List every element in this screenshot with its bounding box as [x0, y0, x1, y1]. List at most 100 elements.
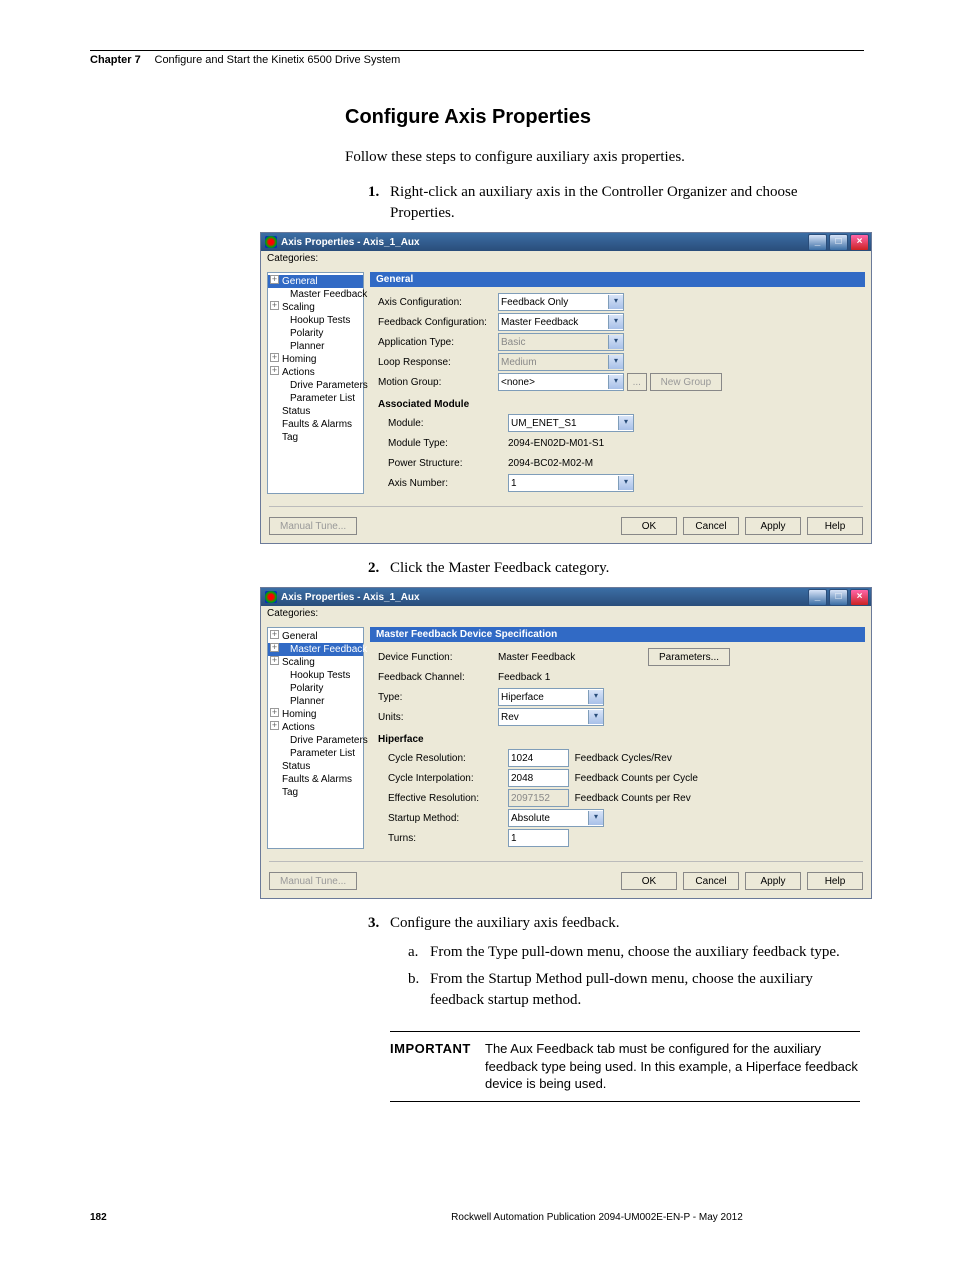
tree-item-homing[interactable]: Homing	[268, 353, 363, 366]
tree-item-status[interactable]: Status	[268, 405, 363, 418]
cancel-button[interactable]: Cancel	[683, 517, 739, 535]
type-value: Hiperface	[501, 692, 544, 703]
tree-item-faults[interactable]: Faults & Alarms	[268, 773, 363, 786]
power-struct-value: 2094-BC02-M02-M	[508, 458, 593, 469]
window-title: Axis Properties - Axis_1_Aux	[281, 237, 806, 248]
window-title: Axis Properties - Axis_1_Aux	[281, 592, 806, 603]
axis-number-combo[interactable]: 1 ▾	[508, 474, 634, 492]
hiperface-group: Hiperface	[378, 734, 865, 745]
motion-group-value: <none>	[501, 377, 535, 388]
tree-item-planner[interactable]: Planner	[268, 340, 363, 353]
feedback-config-combo[interactable]: Master Feedback ▾	[498, 313, 624, 331]
module-combo[interactable]: UM_ENET_S1 ▾	[508, 414, 634, 432]
close-button[interactable]: ×	[850, 234, 869, 251]
publication-id: Rockwell Automation Publication 2094-UM0…	[330, 1212, 864, 1223]
ok-button[interactable]: OK	[621, 517, 677, 535]
app-type-combo: Basic ▾	[498, 333, 624, 351]
tree-item-scaling[interactable]: Scaling	[268, 656, 363, 669]
maximize-button[interactable]: □	[829, 234, 848, 251]
motion-group-label: Motion Group:	[378, 377, 498, 388]
tree-item-general[interactable]: General	[268, 630, 363, 643]
tree-item-master-feedback[interactable]: Master Feedback	[268, 643, 363, 656]
maximize-button[interactable]: □	[829, 589, 848, 606]
feedback-config-value: Master Feedback	[501, 317, 578, 328]
apply-button[interactable]: Apply	[745, 872, 801, 890]
chevron-down-icon: ▾	[588, 811, 603, 825]
apply-button[interactable]: Apply	[745, 517, 801, 535]
tree-item-drive-params[interactable]: Drive Parameters	[268, 379, 363, 392]
substep-text: From the Type pull-down menu, choose the…	[430, 942, 840, 963]
chevron-down-icon: ▾	[588, 710, 603, 724]
cycle-res-field[interactable]: 1024	[508, 749, 569, 767]
tree-item-faults[interactable]: Faults & Alarms	[268, 418, 363, 431]
tree-item-planner[interactable]: Planner	[268, 695, 363, 708]
step-3: 3. Configure the auxiliary axis feedback…	[368, 913, 864, 934]
intro-text: Follow these steps to configure auxiliar…	[345, 147, 864, 168]
module-value: UM_ENET_S1	[511, 418, 577, 429]
feedback-channel-label: Feedback Channel:	[378, 672, 498, 683]
tree-item-actions[interactable]: Actions	[268, 721, 363, 734]
units-value: Rev	[501, 712, 519, 723]
eff-res-label: Effective Resolution:	[378, 793, 508, 804]
step-number: 1.	[368, 182, 390, 224]
new-group-button: New Group	[650, 373, 723, 391]
motion-group-combo[interactable]: <none> ▾	[498, 373, 624, 391]
help-button[interactable]: Help	[807, 872, 863, 890]
tree-item-polarity[interactable]: Polarity	[268, 682, 363, 695]
tree-item-param-list[interactable]: Parameter List	[268, 392, 363, 405]
step-text: Click the Master Feedback category.	[390, 558, 609, 579]
cycle-interp-label: Cycle Interpolation:	[378, 773, 508, 784]
close-button[interactable]: ×	[850, 589, 869, 606]
tree-item-actions[interactable]: Actions	[268, 366, 363, 379]
tree-item-drive-params[interactable]: Drive Parameters	[268, 734, 363, 747]
turns-field[interactable]: 1	[508, 829, 569, 847]
tree-item-tag[interactable]: Tag	[268, 431, 363, 444]
type-label: Type:	[378, 692, 498, 703]
substep-text: From the Startup Method pull-down menu, …	[430, 969, 864, 1011]
cancel-button[interactable]: Cancel	[683, 872, 739, 890]
page-footer: 182 Rockwell Automation Publication 2094…	[90, 1212, 864, 1223]
units-label: Units:	[378, 712, 498, 723]
minimize-button[interactable]: _	[808, 234, 827, 251]
startup-combo[interactable]: Absolute ▾	[508, 809, 604, 827]
tree-item-param-list[interactable]: Parameter List	[268, 747, 363, 760]
substep-letter: b.	[408, 969, 430, 1011]
tree-item-tag[interactable]: Tag	[268, 786, 363, 799]
tree-item-homing[interactable]: Homing	[268, 708, 363, 721]
tree-item-scaling[interactable]: Scaling	[268, 301, 363, 314]
categories-tree[interactable]: General Master Feedback Scaling Hookup T…	[267, 627, 364, 849]
categories-label: Categories:	[261, 251, 871, 266]
tree-item-status[interactable]: Status	[268, 760, 363, 773]
parameters-button[interactable]: Parameters...	[648, 648, 730, 666]
tree-item-polarity[interactable]: Polarity	[268, 327, 363, 340]
tree-item-hookup[interactable]: Hookup Tests	[268, 314, 363, 327]
units-combo[interactable]: Rev ▾	[498, 708, 604, 726]
axis-config-value: Feedback Only	[501, 297, 568, 308]
axis-config-combo[interactable]: Feedback Only ▾	[498, 293, 624, 311]
startup-label: Startup Method:	[378, 813, 508, 824]
help-button[interactable]: Help	[807, 517, 863, 535]
module-label: Module:	[378, 418, 508, 429]
cycle-res-label: Cycle Resolution:	[378, 753, 508, 764]
power-struct-label: Power Structure:	[378, 458, 508, 469]
tree-item-hookup[interactable]: Hookup Tests	[268, 669, 363, 682]
ok-button[interactable]: OK	[621, 872, 677, 890]
cycle-interp-field[interactable]: 2048	[508, 769, 569, 787]
type-combo[interactable]: Hiperface ▾	[498, 688, 604, 706]
app-icon	[265, 236, 277, 248]
feedback-panel: Master Feedback Device Specification Dev…	[370, 627, 865, 849]
tree-item-general[interactable]: General	[268, 275, 363, 288]
chevron-down-icon: ▾	[618, 476, 633, 490]
important-label: IMPORTANT	[390, 1040, 485, 1093]
axis-config-label: Axis Configuration:	[378, 297, 498, 308]
cycle-interp-unit: Feedback Counts per Cycle	[575, 773, 698, 784]
minimize-button[interactable]: _	[808, 589, 827, 606]
device-function-label: Device Function:	[378, 652, 498, 663]
startup-value: Absolute	[511, 813, 550, 824]
axis-number-label: Axis Number:	[378, 478, 508, 489]
chapter-label: Chapter 7	[90, 54, 141, 66]
tree-item-master-feedback[interactable]: Master Feedback	[268, 288, 363, 301]
general-panel: General Axis Configuration: Feedback Onl…	[370, 272, 865, 494]
step-number: 2.	[368, 558, 390, 579]
categories-tree[interactable]: General Master Feedback Scaling Hookup T…	[267, 272, 364, 494]
